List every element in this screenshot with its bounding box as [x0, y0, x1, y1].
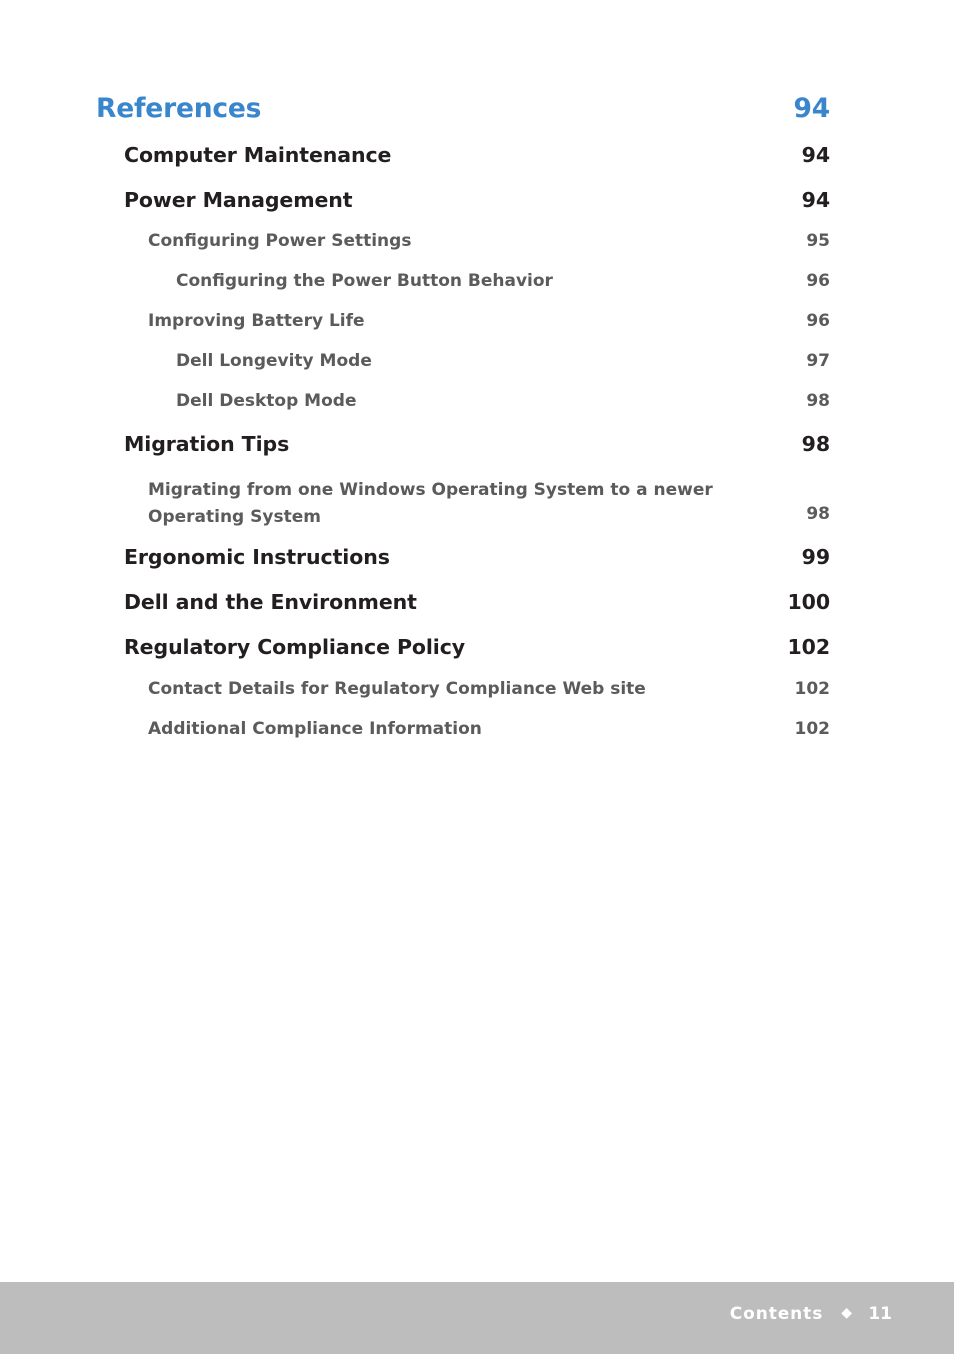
toc-entry-title: Migrating from one Windows Operating Sys… — [148, 480, 713, 527]
toc-entry-title: Dell Longevity Mode — [176, 351, 372, 371]
toc-entry-title: Configuring the Power Button Behavior — [176, 271, 553, 291]
toc-entry[interactable]: Computer Maintenance 94 — [124, 143, 892, 167]
page-footer: Contents ◆ 11 — [0, 1282, 954, 1354]
toc-entry[interactable]: Configuring Power Settings 95 — [148, 231, 892, 251]
footer-section-label: Contents — [729, 1304, 824, 1324]
footer-content: Contents ◆ 11 — [730, 1304, 892, 1324]
toc-entry-page-number: 96 — [806, 311, 830, 331]
toc-entry-title: References — [96, 93, 262, 124]
toc-entry[interactable]: Migration Tips 98 — [124, 432, 892, 456]
toc-entry-page-number: 97 — [806, 351, 830, 371]
toc-entry-page-number: 100 — [787, 590, 831, 614]
toc-entry-page-number: 102 — [794, 719, 831, 739]
toc-entry[interactable]: Configuring the Power Button Behavior 96 — [176, 271, 892, 291]
toc-entry-page-number: 95 — [806, 231, 830, 251]
footer-page-number: 11 — [868, 1304, 892, 1324]
toc-entry-page-number: 98 — [806, 504, 830, 524]
toc-entry-title: Additional Compliance Information — [148, 719, 482, 739]
toc-entry-page-number: 102 — [787, 635, 831, 659]
toc-entry-page-number: 94 — [801, 188, 830, 212]
toc-entry-page-number: 98 — [801, 432, 830, 456]
toc-entry[interactable]: Ergonomic Instructions 99 — [124, 545, 892, 569]
toc-entry-title: Dell and the Environment — [124, 590, 417, 614]
toc-entry-title: Migration Tips — [124, 432, 290, 456]
toc-entry[interactable]: Contact Details for Regulatory Complianc… — [148, 679, 892, 699]
toc-entry-title: Computer Maintenance — [124, 143, 392, 167]
toc-entry[interactable]: Dell Longevity Mode 97 — [176, 351, 892, 371]
toc-entry[interactable]: Regulatory Compliance Policy 102 — [124, 635, 892, 659]
toc-entry[interactable]: Migrating from one Windows Operating Sys… — [148, 477, 892, 531]
toc-entry[interactable]: Dell and the Environment 100 — [124, 590, 892, 614]
toc-entry-page-number: 98 — [806, 391, 830, 411]
toc-entry-page-number: 102 — [794, 679, 831, 699]
toc-entry-title: Configuring Power Settings — [148, 231, 412, 251]
toc-chapter-entry[interactable]: References 94 — [96, 93, 892, 124]
toc-entry[interactable]: Power Management 94 — [124, 188, 892, 212]
toc-entry-title: Improving Battery Life — [148, 311, 365, 331]
toc-entry[interactable]: Dell Desktop Mode 98 — [176, 391, 892, 411]
diamond-separator-icon: ◆ — [841, 1305, 852, 1321]
toc-entry[interactable]: Additional Compliance Information 102 — [148, 719, 892, 739]
toc-entry-title: Power Management — [124, 188, 353, 212]
toc-entry-page-number: 96 — [806, 271, 830, 291]
toc-entry-page-number: 99 — [801, 545, 830, 569]
toc-entry-title: Ergonomic Instructions — [124, 545, 390, 569]
toc-entry-title: Dell Desktop Mode — [176, 391, 357, 411]
toc-entry[interactable]: Improving Battery Life 96 — [148, 311, 892, 331]
toc-entry-page-number: 94 — [801, 143, 830, 167]
toc-entry-title: Contact Details for Regulatory Complianc… — [148, 679, 646, 699]
toc-entry-title: Regulatory Compliance Policy — [124, 635, 466, 659]
toc-entry-page-number: 94 — [793, 93, 831, 124]
